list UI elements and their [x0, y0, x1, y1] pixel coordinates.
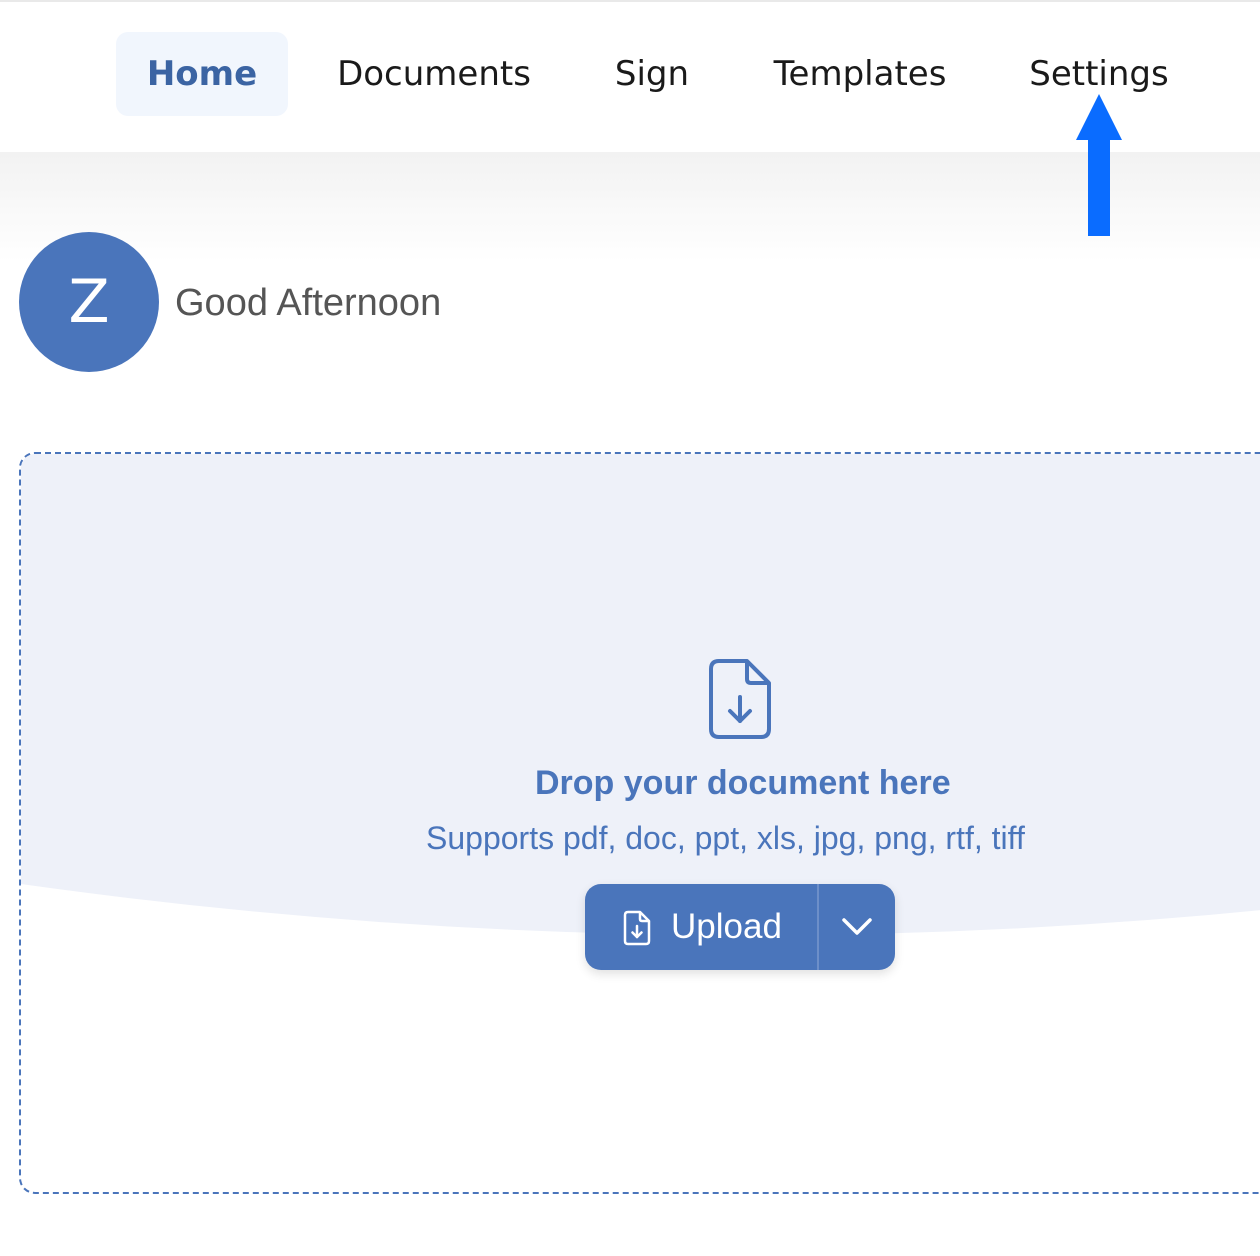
document-drop-zone[interactable]: Drop your document here Supports pdf, do…: [19, 452, 1260, 1194]
tab-templates[interactable]: Templates: [764, 32, 956, 116]
drop-zone-title: Drop your document here: [535, 764, 951, 802]
upload-label: Upload: [671, 907, 782, 946]
top-navigation: Home Documents Sign Templates Settings: [0, 0, 1260, 152]
arrow-up-shaft: [1088, 132, 1110, 236]
file-download-icon: [623, 910, 651, 946]
file-download-icon: [709, 659, 771, 739]
upload-button[interactable]: Upload: [585, 884, 817, 970]
avatar[interactable]: Z: [19, 232, 159, 372]
greeting-text: Good Afternoon: [175, 282, 442, 324]
chevron-down-icon: [842, 918, 872, 935]
header-gradient-band: [0, 152, 1260, 262]
upload-options-button[interactable]: [819, 884, 895, 970]
tab-documents[interactable]: Documents: [330, 32, 538, 116]
drop-zone-subtitle: Supports pdf, doc, ppt, xls, jpg, png, r…: [426, 820, 1025, 856]
tab-sign[interactable]: Sign: [596, 32, 708, 116]
upload-button-group: Upload: [585, 884, 895, 970]
tab-home[interactable]: Home: [116, 32, 288, 116]
